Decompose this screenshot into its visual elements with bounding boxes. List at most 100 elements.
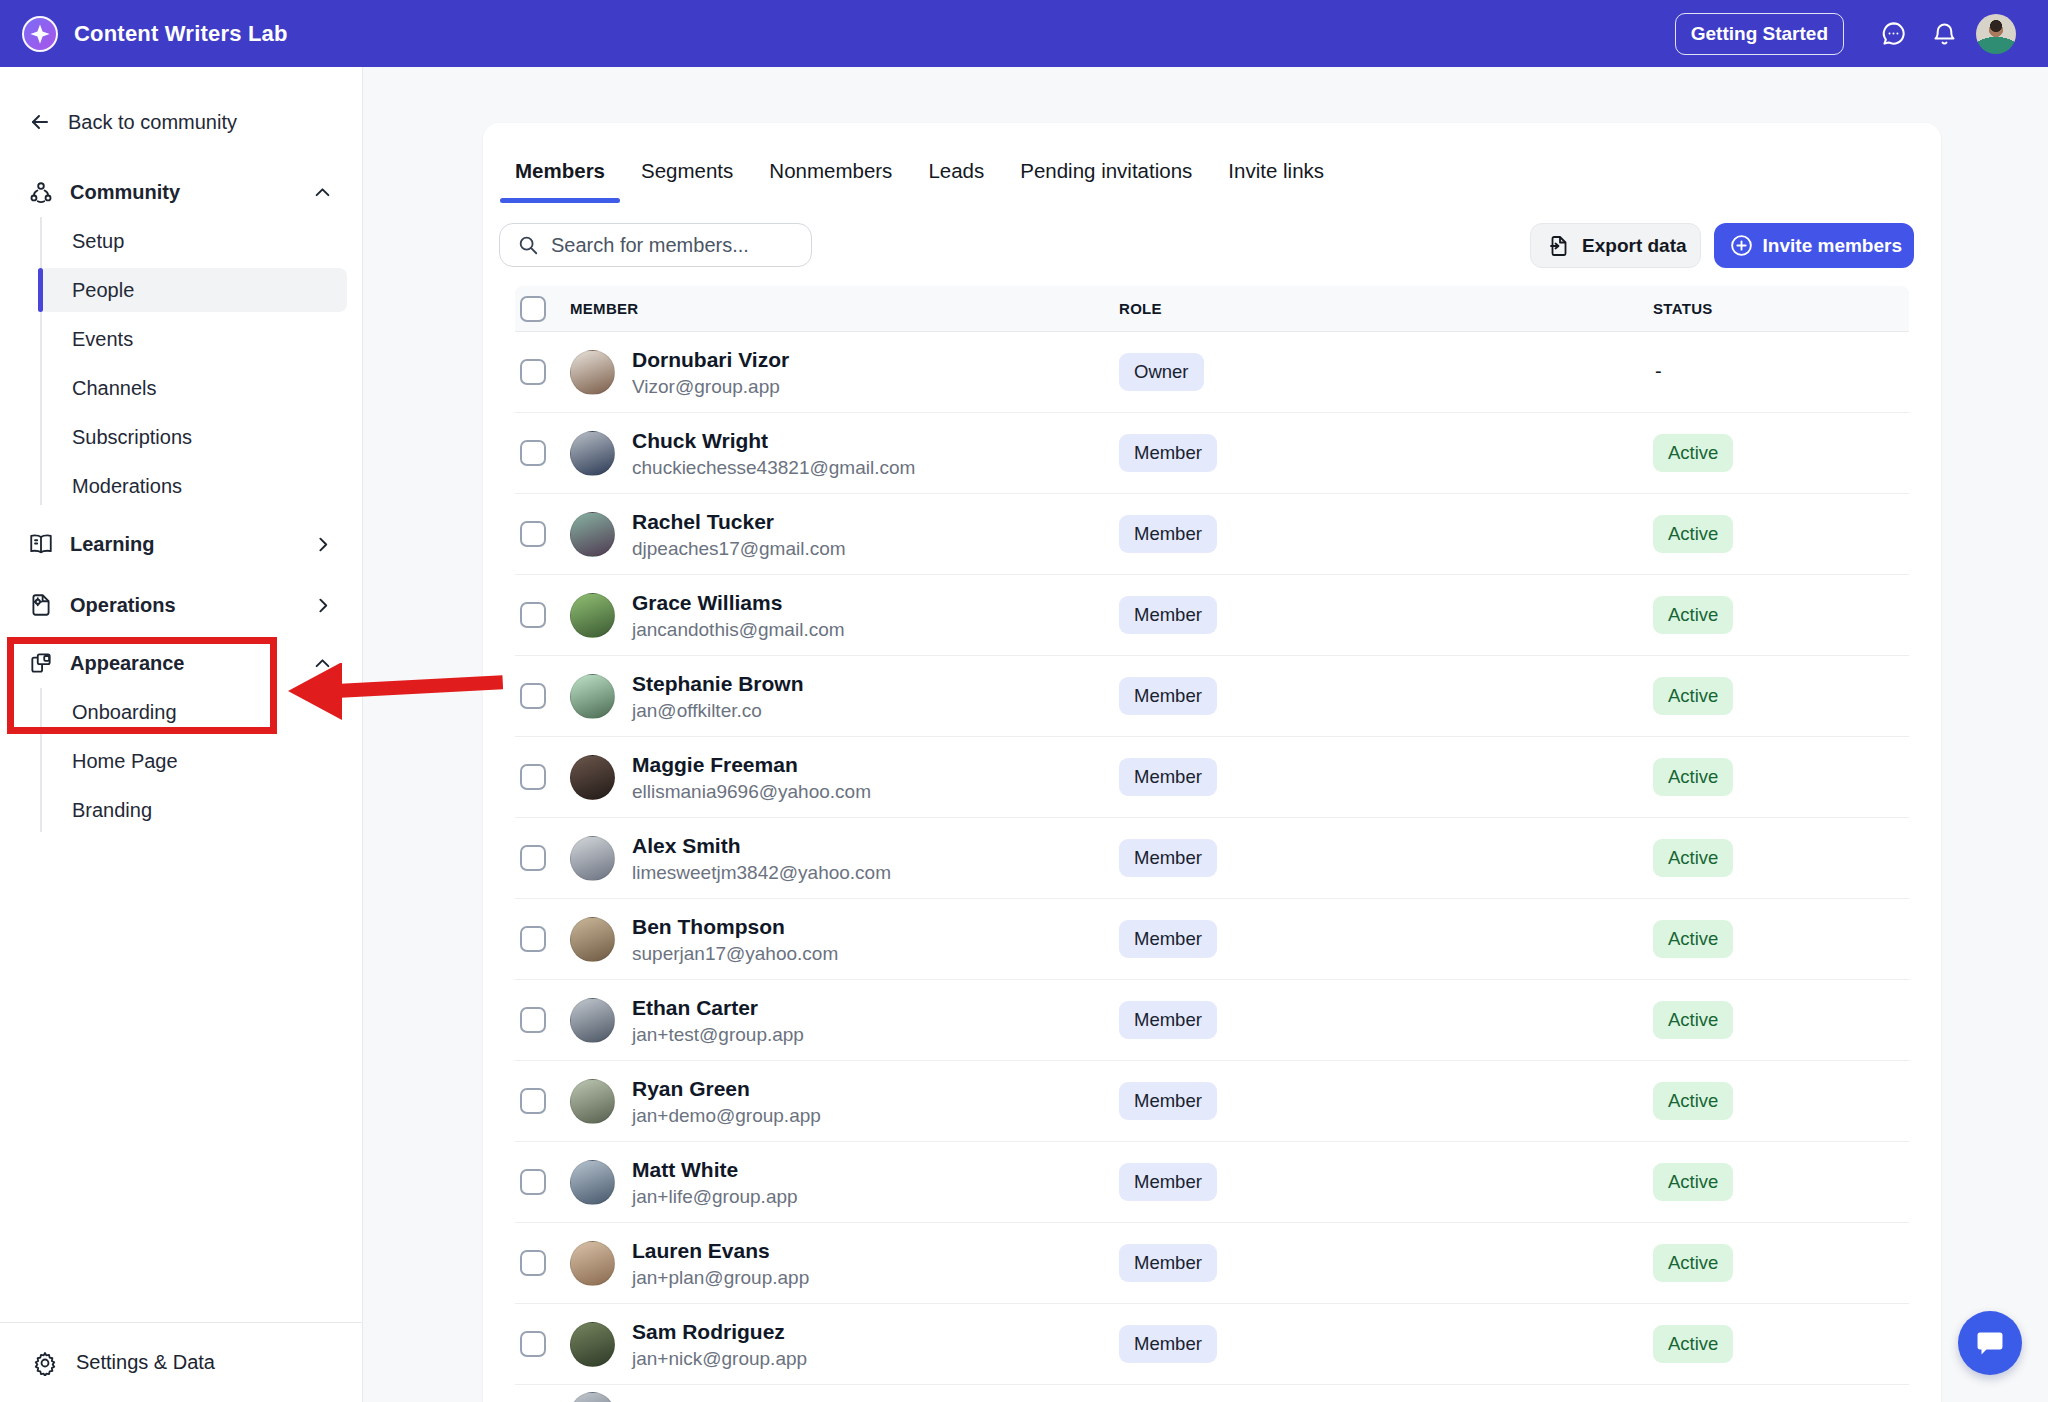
status-badge: Active: [1653, 1082, 1733, 1120]
avatar: [570, 512, 615, 557]
select-all-checkbox[interactable]: [520, 296, 546, 322]
bell-icon: [1931, 20, 1958, 47]
sidebar-item-subscriptions[interactable]: Subscriptions: [0, 415, 363, 459]
sidebar-item-people[interactable]: People: [0, 268, 363, 312]
chat-fab-button[interactable]: [1958, 1311, 2022, 1375]
getting-started-button[interactable]: Getting Started: [1675, 13, 1844, 55]
sidebar-item-learning[interactable]: Learning: [0, 522, 363, 566]
row-checkbox[interactable]: [520, 440, 546, 466]
member-name: Alex Smith: [632, 834, 741, 858]
tab-leads[interactable]: Leads: [913, 151, 999, 203]
tab-invite-links[interactable]: Invite links: [1213, 151, 1339, 203]
back-to-community-link[interactable]: Back to community: [28, 110, 237, 134]
table-row[interactable]: Ethan Carter jan+test@group.app Member A…: [515, 980, 1909, 1061]
row-checkbox[interactable]: [520, 1007, 546, 1033]
table-row[interactable]: Dornubari Vizor Vizor@group.app Owner -: [515, 332, 1909, 413]
notifications-button[interactable]: [1931, 20, 1958, 47]
sidebar-item-events[interactable]: Events: [0, 317, 363, 361]
avatar: [570, 998, 615, 1043]
toolbar-actions: Export data Invite members: [1530, 223, 1914, 268]
role-badge: Member: [1119, 677, 1217, 715]
active-item-indicator: [38, 268, 43, 312]
role-badge: Member: [1119, 920, 1217, 958]
table-row[interactable]: Chuck Wright chuckiechesse43821@gmail.co…: [515, 413, 1909, 494]
sidebar-item-moderations[interactable]: Moderations: [0, 464, 363, 508]
avatar: [570, 674, 615, 719]
table-row[interactable]: Stephanie Brown jan@offkilter.co Member …: [515, 656, 1909, 737]
row-checkbox[interactable]: [520, 1250, 546, 1276]
search-box: [499, 223, 812, 267]
member-name: Rachel Tucker: [632, 510, 774, 534]
sidebar-item-operations[interactable]: Operations: [0, 583, 363, 627]
member-table-body: Dornubari Vizor Vizor@group.app Owner - …: [515, 332, 1909, 1402]
tab-segments[interactable]: Segments: [626, 151, 748, 203]
tab-members[interactable]: Members: [500, 151, 620, 203]
member-name: Maggie Freeman: [632, 753, 798, 777]
member-name: Ryan Green: [632, 1077, 750, 1101]
avatar: [570, 1322, 615, 1367]
status-column-header: STATUS: [1653, 300, 1713, 317]
annotation-highlight-box: [7, 637, 277, 734]
row-checkbox[interactable]: [520, 683, 546, 709]
row-checkbox[interactable]: [520, 764, 546, 790]
member-name: Matt White: [632, 1158, 738, 1182]
community-icon: [28, 179, 54, 205]
user-avatar[interactable]: [1976, 14, 2016, 54]
table-row[interactable]: Grace Williams jancandothis@gmail.com Me…: [515, 575, 1909, 656]
sidebar-item-channels[interactable]: Channels: [0, 366, 363, 410]
member-email: jan+demo@group.app: [632, 1105, 821, 1127]
tab-nonmembers[interactable]: Nonmembers: [754, 151, 907, 203]
sidebar-item-home-page[interactable]: Home Page: [0, 739, 363, 783]
export-data-button[interactable]: Export data: [1530, 223, 1701, 268]
row-checkbox[interactable]: [520, 1331, 546, 1357]
sidebar-item-settings-data[interactable]: Settings & Data: [0, 1322, 363, 1402]
row-checkbox[interactable]: [520, 359, 546, 385]
chat-bubble-icon: [1880, 20, 1907, 47]
row-checkbox[interactable]: [520, 602, 546, 628]
role-badge: Member: [1119, 1001, 1217, 1039]
member-email: chuckiechesse43821@gmail.com: [632, 457, 915, 479]
messages-button[interactable]: [1880, 20, 1907, 47]
row-checkbox[interactable]: [520, 926, 546, 952]
status-badge: Active: [1653, 596, 1733, 634]
invite-members-button[interactable]: Invite members: [1714, 223, 1914, 268]
sidebar-item-branding[interactable]: Branding: [0, 788, 363, 832]
chevron-right-icon: [314, 597, 331, 614]
table-row[interactable]: Matt White jan+life@group.app Member Act…: [515, 1142, 1909, 1223]
status-badge: Active: [1653, 839, 1733, 877]
status-badge: Active: [1653, 515, 1733, 553]
table-row[interactable]: Lauren Evans jan+plan@group.app Member A…: [515, 1223, 1909, 1304]
role-badge: Member: [1119, 839, 1217, 877]
sidebar-item-community[interactable]: Community: [0, 170, 363, 214]
tab-pending-invitations[interactable]: Pending invitations: [1005, 151, 1207, 203]
row-checkbox[interactable]: [520, 521, 546, 547]
table-row[interactable]: Ben Thompson superjan17@yahoo.com Member…: [515, 899, 1909, 980]
row-checkbox[interactable]: [520, 845, 546, 871]
member-email: jan@offkilter.co: [632, 700, 762, 722]
table-row[interactable]: Maggie Freeman ellismania9696@yahoo.com …: [515, 737, 1909, 818]
sidebar-item-setup[interactable]: Setup: [0, 219, 363, 263]
table-row[interactable]: Rachel Tucker djpeaches17@gmail.com Memb…: [515, 494, 1909, 575]
member-name: Lauren Evans: [632, 1239, 770, 1263]
main-content: Members Segments Nonmembers Leads Pendin…: [364, 67, 2048, 1402]
member-email: jan+nick@group.app: [632, 1348, 807, 1370]
member-email: superjan17@yahoo.com: [632, 943, 838, 965]
member-column-header: MEMBER: [570, 300, 638, 317]
status-badge: Active: [1653, 677, 1733, 715]
status-badge: Active: [1653, 758, 1733, 796]
row-checkbox[interactable]: [520, 1169, 546, 1195]
chevron-right-icon: [314, 536, 331, 553]
role-badge: Member: [1119, 596, 1217, 634]
table-row[interactable]: Alex Smith limesweetjm3842@yahoo.com Mem…: [515, 818, 1909, 899]
app-logo[interactable]: [22, 16, 58, 52]
search-input[interactable]: [551, 234, 801, 257]
avatar: [570, 1160, 615, 1205]
table-row[interactable]: Sam Rodriguez jan+nick@group.app Member …: [515, 1304, 1909, 1385]
table-header: MEMBER ROLE STATUS: [515, 286, 1909, 332]
avatar: [570, 836, 615, 881]
table-row[interactable]: Ryan Green jan+demo@group.app Member Act…: [515, 1061, 1909, 1142]
role-badge: Member: [1119, 1163, 1217, 1201]
row-checkbox[interactable]: [520, 1088, 546, 1114]
table-row[interactable]: [515, 1385, 1909, 1402]
member-name: Grace Williams: [632, 591, 782, 615]
